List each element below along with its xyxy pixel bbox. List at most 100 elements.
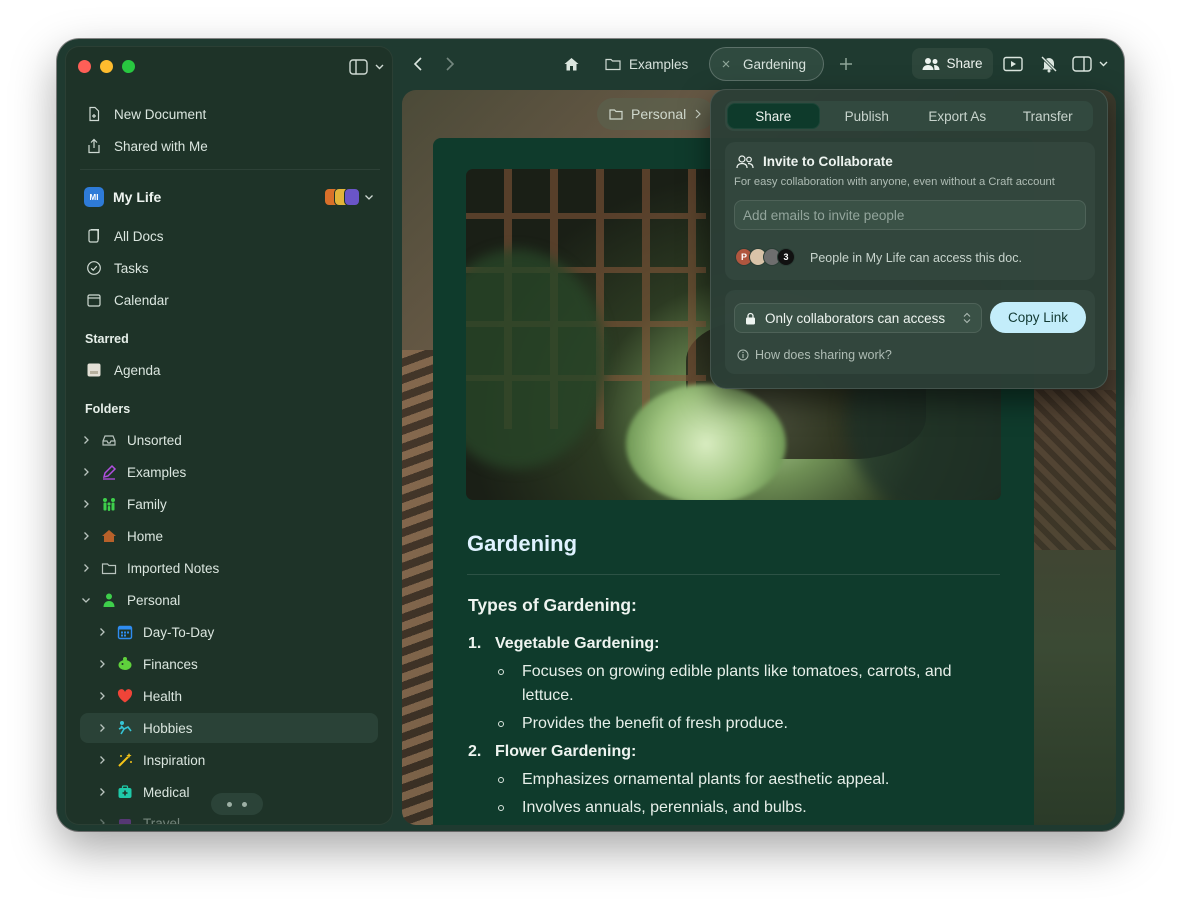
updown-chevron-icon	[963, 312, 971, 324]
tab-examples[interactable]: Examples	[605, 47, 688, 81]
folder-icon	[609, 109, 623, 120]
chevron-right-icon[interactable]	[96, 722, 108, 734]
list-item[interactable]: Emphasizes ornamental plants for aesthet…	[522, 768, 992, 792]
folder-health[interactable]: Health	[80, 681, 378, 711]
folder-label: Hobbies	[143, 720, 193, 736]
chevron-right-icon[interactable]	[96, 690, 108, 702]
play-icon	[1003, 56, 1023, 72]
new-document-button[interactable]: New Document	[86, 101, 206, 127]
chevron-down-icon[interactable]	[80, 594, 92, 606]
sidebar-item-agenda[interactable]: Agenda	[86, 357, 161, 383]
bullet	[498, 669, 504, 675]
chevron-right-icon[interactable]	[80, 466, 92, 478]
notifications-button[interactable]	[1038, 53, 1060, 75]
invite-title: Invite to Collaborate	[736, 154, 893, 169]
copy-link-button[interactable]: Copy Link	[990, 302, 1086, 333]
present-button[interactable]	[1002, 53, 1024, 75]
share-button[interactable]: Share	[912, 48, 993, 79]
sidebar-item-calendar[interactable]: Calendar	[86, 287, 169, 313]
share-icon	[86, 138, 102, 154]
chevron-right-icon[interactable]	[96, 754, 108, 766]
page-indicator[interactable]	[211, 793, 263, 815]
calendar-icon	[86, 292, 102, 308]
home-button[interactable]	[560, 53, 582, 75]
folder-finances[interactable]: Finances	[80, 649, 378, 679]
shared-with-me-button[interactable]: Shared with Me	[86, 133, 208, 159]
folder-day-to-day[interactable]: Day-To-Day	[80, 617, 378, 647]
breadcrumb[interactable]: Personal	[597, 98, 715, 130]
tab-publish[interactable]: Publish	[822, 101, 913, 131]
zoom-window-button[interactable]	[122, 60, 135, 73]
share-label: Share	[946, 56, 983, 71]
folder-unsorted[interactable]: Unsorted	[80, 425, 378, 455]
tab-gardening[interactable]: Gardening	[709, 47, 824, 81]
background-image	[1034, 390, 1116, 550]
folder-label: Health	[143, 688, 183, 704]
folder-label: Day-To-Day	[143, 624, 215, 640]
person-icon	[100, 591, 118, 609]
lock-icon	[746, 312, 755, 324]
documents-icon	[86, 228, 102, 244]
info-icon	[737, 349, 749, 361]
tab-share[interactable]: Share	[727, 103, 820, 129]
folder-imported-notes[interactable]: Imported Notes	[80, 553, 378, 583]
inspector-toggle-button[interactable]	[1071, 53, 1111, 75]
new-tab-button[interactable]	[835, 53, 857, 75]
new-document-label: New Document	[114, 106, 207, 122]
share-popover: Share Publish Export As Transfer Invite …	[710, 89, 1108, 389]
forward-button[interactable]	[439, 53, 461, 75]
close-window-button[interactable]	[78, 60, 91, 73]
section-heading[interactable]: Types of Gardening:	[468, 595, 637, 616]
collaborator-avatars[interactable]: P 3	[735, 248, 795, 266]
tab-export-as[interactable]: Export As	[912, 101, 1003, 131]
list-item[interactable]: Provides the benefit of fresh produce.	[522, 712, 992, 736]
email-invite-input[interactable]	[734, 200, 1086, 230]
list-item[interactable]: Involves annuals, perennials, and bulbs.	[522, 796, 992, 820]
minimize-window-button[interactable]	[100, 60, 113, 73]
chevron-down-icon	[365, 195, 373, 200]
sharing-help-link[interactable]: How does sharing work?	[737, 348, 892, 362]
chevron-right-icon[interactable]	[96, 658, 108, 670]
chevron-right-icon[interactable]	[80, 530, 92, 542]
chevron-right-icon[interactable]	[80, 562, 92, 574]
chevron-right-icon[interactable]	[96, 626, 108, 638]
folder-icon	[100, 559, 118, 577]
shared-with-me-label: Shared with Me	[114, 138, 208, 154]
tab-label: Examples	[629, 56, 689, 72]
page-title[interactable]: Gardening	[467, 531, 577, 557]
folder-label: Unsorted	[127, 432, 182, 448]
chevron-right-icon[interactable]	[96, 817, 108, 824]
folder-personal[interactable]: Personal	[80, 585, 378, 615]
new-document-icon	[86, 106, 102, 122]
folder-inspiration[interactable]: Inspiration	[80, 745, 378, 775]
folder-label: Travel	[143, 815, 181, 825]
sidebar-item-tasks[interactable]: Tasks	[86, 255, 149, 281]
list-item[interactable]: Focuses on growing edible plants like to…	[522, 660, 992, 708]
list-item-heading[interactable]: Flower Gardening:	[495, 743, 636, 761]
sidebar-toggle-button[interactable]	[349, 57, 389, 77]
tab-transfer[interactable]: Transfer	[1003, 101, 1094, 131]
chevron-left-icon	[413, 57, 422, 71]
sidebar-item-all-docs[interactable]: All Docs	[86, 223, 164, 249]
heart-icon	[116, 687, 134, 705]
folder-family[interactable]: Family	[80, 489, 378, 519]
sidebar-right-icon	[1072, 56, 1108, 72]
pen-icon	[100, 463, 118, 481]
folder-examples[interactable]: Examples	[80, 457, 378, 487]
share-mode-tabs: Share Publish Export As Transfer	[725, 101, 1093, 131]
chevron-right-icon[interactable]	[80, 498, 92, 510]
folder-home[interactable]: Home	[80, 521, 378, 551]
magic-wand-icon	[116, 751, 134, 769]
space-switcher[interactable]: MI My Life	[84, 184, 380, 210]
chevron-right-icon[interactable]	[80, 434, 92, 446]
list-item-heading[interactable]: Vegetable Gardening:	[495, 635, 659, 653]
folder-hobbies[interactable]: Hobbies	[80, 713, 378, 743]
plus-icon	[840, 58, 852, 70]
back-button[interactable]	[407, 53, 429, 75]
access-level-select[interactable]: Only collaborators can access	[734, 303, 982, 333]
breadcrumb-item[interactable]: Personal	[631, 106, 686, 122]
chevron-right-icon[interactable]	[96, 786, 108, 798]
chevron-right-icon	[446, 57, 455, 71]
tab-label: Gardening	[743, 56, 807, 72]
close-icon[interactable]	[722, 60, 730, 68]
